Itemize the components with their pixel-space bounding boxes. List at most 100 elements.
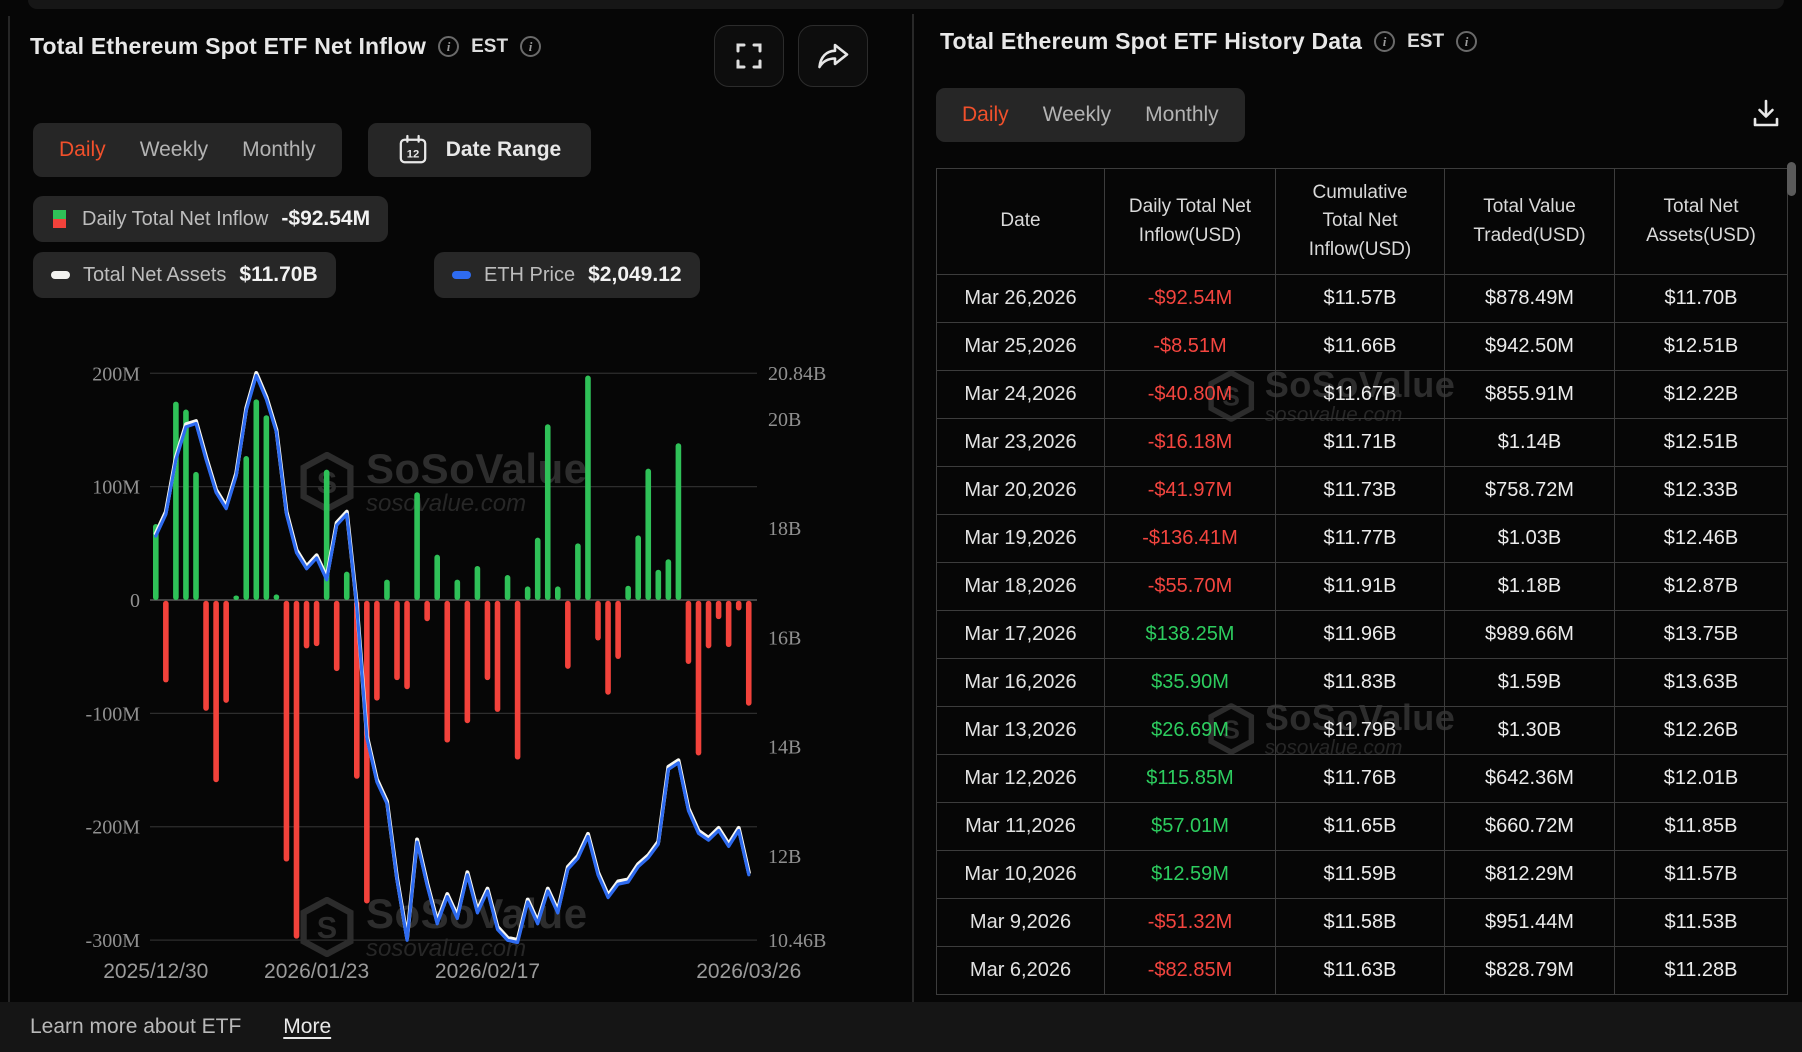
- legend-eth-price[interactable]: ETH Price $2,049.12: [434, 252, 700, 298]
- inflow-bar[interactable]: [605, 601, 611, 695]
- inflow-bar[interactable]: [404, 601, 410, 689]
- cell-daily-inflow: -$55.70M: [1105, 563, 1276, 611]
- inflow-bar[interactable]: [565, 601, 571, 669]
- inflow-bar[interactable]: [444, 601, 450, 743]
- inflow-bar[interactable]: [535, 538, 541, 600]
- cell-daily-inflow: -$51.32M: [1105, 899, 1276, 947]
- inflow-bar[interactable]: [595, 601, 601, 641]
- cell-daily-inflow: -$82.85M: [1105, 947, 1276, 995]
- tab-monthly[interactable]: Monthly: [242, 138, 316, 162]
- inflow-bar[interactable]: [746, 601, 752, 706]
- inflow-bar[interactable]: [525, 586, 531, 600]
- inflow-bar[interactable]: [485, 601, 491, 680]
- inflow-bar[interactable]: [334, 601, 340, 671]
- inflow-bar[interactable]: [213, 601, 219, 782]
- share-button[interactable]: [798, 25, 868, 87]
- inflow-bar[interactable]: [666, 559, 672, 600]
- inflow-bar[interactable]: [294, 601, 300, 939]
- inflow-bar[interactable]: [394, 601, 400, 680]
- cell-value-traded: $942.50M: [1445, 323, 1615, 371]
- inflow-bar[interactable]: [575, 543, 581, 600]
- footer: Learn more about ETF More: [0, 1002, 1802, 1052]
- left-axis-ticks: 200M100M0-100M-200M-300M: [86, 363, 141, 952]
- inflow-bar[interactable]: [736, 601, 742, 611]
- inflow-bar[interactable]: [696, 601, 702, 756]
- inflow-bar[interactable]: [314, 601, 320, 646]
- legend-label: Total Net Assets: [83, 264, 226, 287]
- cell-net-assets: $13.75B: [1615, 611, 1788, 659]
- inflow-bar[interactable]: [434, 555, 440, 600]
- cell-value-traded: $828.79M: [1445, 947, 1615, 995]
- inflow-bar[interactable]: [374, 601, 380, 701]
- tab-daily[interactable]: Daily: [962, 103, 1009, 127]
- tab-monthly[interactable]: Monthly: [1145, 103, 1219, 127]
- inflow-bar[interactable]: [344, 572, 350, 600]
- inflow-bar[interactable]: [645, 469, 651, 600]
- inflow-bar[interactable]: [223, 601, 229, 703]
- cell-date: Mar 17,2026: [937, 611, 1105, 659]
- chart-period-tabs: Daily Weekly Monthly: [33, 123, 342, 177]
- x-axis-label: 2025/12/30: [103, 960, 208, 983]
- inflow-bar[interactable]: [706, 601, 712, 649]
- inflow-bar[interactable]: [264, 415, 270, 600]
- inflow-bar[interactable]: [545, 424, 551, 600]
- cell-daily-inflow: $138.25M: [1105, 611, 1276, 659]
- inflow-bar[interactable]: [254, 399, 260, 600]
- chart-gridlines: [150, 373, 757, 940]
- inflow-bar[interactable]: [615, 601, 621, 659]
- inflow-bar[interactable]: [515, 601, 521, 760]
- inflow-bar[interactable]: [495, 601, 501, 712]
- legend-total-net-assets[interactable]: Total Net Assets $11.70B: [33, 252, 336, 298]
- inflow-bar[interactable]: [203, 601, 209, 711]
- inflow-bar[interactable]: [243, 456, 249, 600]
- cell-cumulative-inflow: $11.65B: [1276, 803, 1445, 851]
- table-row: Mar 17,2026$138.25M$11.96B$989.66M$13.75…: [937, 611, 1788, 659]
- cell-daily-inflow: -$136.41M: [1105, 515, 1276, 563]
- inflow-bar[interactable]: [726, 601, 732, 647]
- inflow-bar[interactable]: [686, 601, 692, 664]
- inflow-bar[interactable]: [163, 601, 169, 683]
- inflow-bar[interactable]: [505, 575, 511, 600]
- inflow-bar[interactable]: [656, 570, 662, 600]
- info-icon[interactable]: i: [520, 36, 541, 57]
- inflow-bar[interactable]: [284, 601, 290, 862]
- y-axis-label-left: -300M: [86, 930, 141, 952]
- info-icon[interactable]: i: [1374, 31, 1395, 52]
- info-icon[interactable]: i: [438, 36, 459, 57]
- inflow-bar[interactable]: [635, 535, 641, 600]
- download-button[interactable]: [1745, 93, 1787, 138]
- inflow-bar[interactable]: [274, 594, 280, 600]
- legend-label: Daily Total Net Inflow: [82, 208, 268, 231]
- fullscreen-button[interactable]: [714, 25, 784, 87]
- inflow-bar[interactable]: [555, 586, 561, 600]
- inflow-chart[interactable]: 200M100M0-100M-200M-300M 20.84B20B18B16B…: [0, 300, 880, 1002]
- inflow-bar[interactable]: [233, 595, 239, 600]
- inflow-bar[interactable]: [414, 492, 420, 600]
- tab-weekly[interactable]: Weekly: [140, 138, 208, 162]
- table-panel-title: Total Ethereum Spot ETF History Data: [940, 28, 1362, 55]
- inflow-bar[interactable]: [716, 601, 722, 619]
- legend-label: ETH Price: [484, 264, 575, 287]
- inflow-bar[interactable]: [585, 376, 591, 600]
- inflow-bar[interactable]: [304, 601, 310, 649]
- tab-weekly[interactable]: Weekly: [1043, 103, 1111, 127]
- col-header-net-assets: Total Net Assets(USD): [1615, 169, 1788, 275]
- inflow-bar[interactable]: [625, 586, 631, 600]
- y-axis-label-left: 0: [130, 590, 140, 612]
- inflow-bar[interactable]: [384, 580, 390, 600]
- inflow-bar[interactable]: [193, 472, 199, 600]
- table-scrollbar-thumb[interactable]: [1787, 162, 1796, 196]
- inflow-bar[interactable]: [676, 443, 682, 600]
- inflow-bar[interactable]: [173, 402, 179, 600]
- tab-daily[interactable]: Daily: [59, 138, 106, 162]
- inflow-bar[interactable]: [424, 601, 430, 621]
- date-range-button[interactable]: 12 Date Range: [368, 123, 592, 177]
- inflow-bar[interactable]: [475, 566, 481, 600]
- inflow-bar[interactable]: [455, 580, 461, 600]
- legend-daily-net-inflow[interactable]: Daily Total Net Inflow -$92.54M: [33, 196, 388, 242]
- info-icon[interactable]: i: [1456, 31, 1477, 52]
- cell-date: Mar 10,2026: [937, 851, 1105, 899]
- cell-value-traded: $855.91M: [1445, 371, 1615, 419]
- footer-more-link[interactable]: More: [283, 1015, 331, 1039]
- inflow-bar[interactable]: [465, 601, 471, 723]
